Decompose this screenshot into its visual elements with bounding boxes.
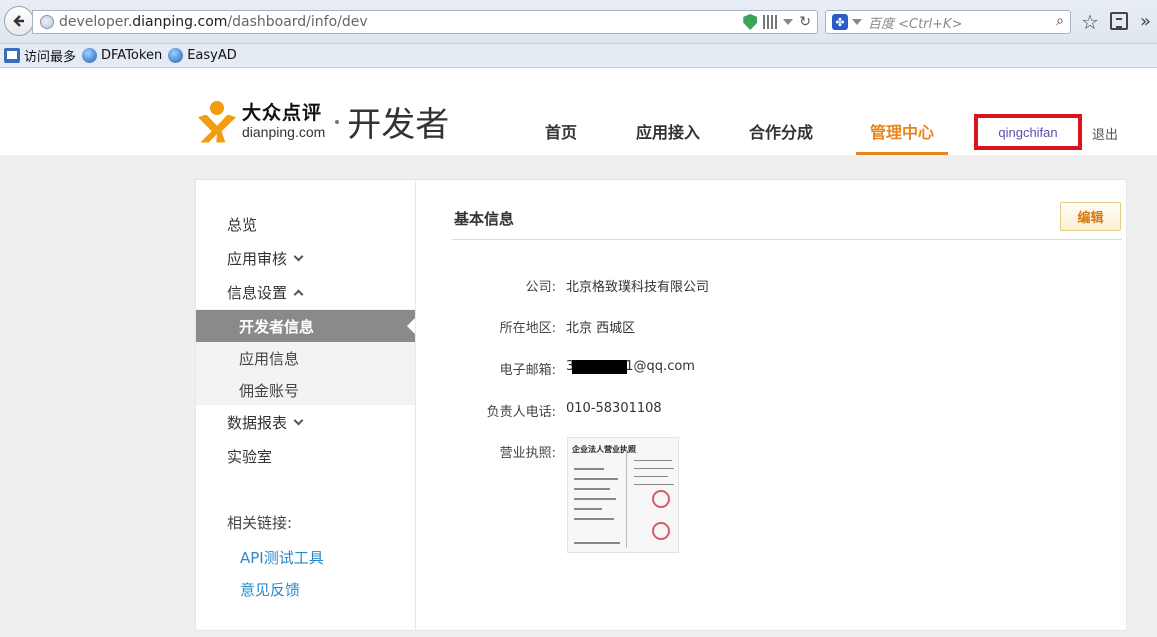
search-placeholder: 百度 <Ctrl+K> — [868, 16, 963, 32]
url-actions: ↻ — [743, 14, 811, 30]
url-prefix: developer. — [59, 14, 133, 30]
phone-value: 010-58301108 — [566, 401, 662, 416]
bookmark-dfatoken[interactable]: DFAToken — [82, 48, 162, 63]
shield-icon[interactable] — [743, 14, 758, 30]
engine-dropdown-icon[interactable] — [852, 19, 862, 25]
bookmark-star-icon[interactable]: ☆ — [1081, 10, 1099, 34]
globe-icon — [40, 15, 54, 29]
chevron-down-icon — [293, 415, 304, 426]
sidebar-item-overview[interactable]: 总览 — [227, 214, 257, 235]
logo-cn: 大众点评 — [242, 102, 323, 124]
sidebar-subitem-app-info[interactable]: 应用信息 — [239, 348, 299, 369]
sidebar: 总览 应用审核 信息设置 开发者信息 应用信息 佣金账号 数据报表 实验室 相关… — [196, 180, 415, 630]
back-arrow-icon — [13, 15, 24, 27]
sidebar-item-lab[interactable]: 实验室 — [227, 446, 272, 467]
sidebar-item-reports[interactable]: 数据报表 — [227, 412, 304, 433]
search-input[interactable]: ✤ 百度 <Ctrl+K> ⌕ — [825, 10, 1071, 34]
chevron-down-icon — [293, 251, 304, 262]
phone-label: 负责人电话: — [486, 405, 556, 420]
email-value: 3 1@qq.com — [566, 359, 695, 374]
search-icon[interactable]: ⌕ — [1056, 13, 1064, 29]
business-license-image[interactable]: 企业法人营业执照 — [567, 437, 679, 553]
baidu-paw-icon[interactable]: ✤ — [832, 14, 848, 30]
globe-icon — [168, 48, 184, 63]
globe-icon — [82, 48, 98, 63]
bookmark-folder-icon — [4, 48, 20, 63]
logo-developer-text: 开发者 — [347, 105, 450, 145]
url-host: dianping.com — [132, 14, 228, 30]
dianping-logo-icon — [198, 100, 238, 143]
logo-separator — [335, 119, 340, 124]
address-bar[interactable]: developer. dianping.com/dashboard/info/de… — [32, 10, 818, 34]
redaction-bar — [572, 359, 628, 374]
divider — [452, 239, 1122, 240]
bookmark-most-visited[interactable]: 访问最多 — [4, 46, 76, 65]
stamp-icon — [652, 490, 670, 508]
main-panel: 总览 应用审核 信息设置 开发者信息 应用信息 佣金账号 数据报表 实验室 相关… — [195, 179, 1127, 631]
site-header: 大众点评 dianping.com 开发者 首页 应用接入 合作分成 管理中心 … — [0, 69, 1157, 155]
chevron-up-icon — [293, 289, 304, 300]
stamp-icon — [652, 522, 670, 540]
browser-toolbar: developer. dianping.com/dashboard/info/de… — [0, 0, 1157, 44]
bookmarks-bar: 访问最多 DFAToken EasyAD — [0, 44, 1157, 68]
logout-link[interactable]: 退出 — [1092, 124, 1118, 143]
site-logo[interactable]: 大众点评 dianping.com 开发者 — [198, 97, 449, 146]
content-area: 基本信息 编辑 公司: 北京格致璞科技有限公司 所在地区: 北京 西城区 电子邮… — [415, 180, 1126, 630]
sidebar-item-app-review[interactable]: 应用审核 — [227, 248, 304, 269]
bookmark-easyad[interactable]: EasyAD — [168, 48, 237, 63]
link-feedback[interactable]: 意见反馈 — [240, 579, 300, 600]
url-path: /dashboard/info/dev — [227, 14, 368, 30]
back-button[interactable] — [4, 6, 34, 36]
nav-app-access[interactable]: 应用接入 — [606, 69, 730, 155]
email-label: 电子邮箱: — [499, 363, 556, 378]
link-api-test-tool[interactable]: API测试工具 — [240, 547, 324, 568]
region-label: 所在地区: — [499, 321, 556, 336]
sidebar-item-info-settings[interactable]: 信息设置 — [227, 282, 304, 303]
nav-revenue-share[interactable]: 合作分成 — [730, 69, 832, 155]
sidebar-subitem-commission-account[interactable]: 佣金账号 — [239, 380, 299, 401]
sidebar-subitem-developer-info[interactable]: 开发者信息 — [196, 310, 415, 342]
more-icon[interactable]: » — [1140, 11, 1151, 32]
main-nav: 首页 应用接入 合作分成 管理中心 — [516, 69, 948, 155]
nav-home[interactable]: 首页 — [516, 69, 606, 155]
reload-icon[interactable]: ↻ — [799, 14, 811, 30]
region-value: 北京 西城区 — [566, 321, 636, 336]
username-link[interactable]: qingchifan — [974, 114, 1082, 150]
license-label: 营业执照: — [499, 446, 556, 461]
company-label: 公司: — [525, 280, 556, 295]
dropdown-arrow-icon[interactable] — [783, 19, 794, 25]
company-value: 北京格致璞科技有限公司 — [566, 280, 710, 295]
nav-management-center[interactable]: 管理中心 — [856, 69, 948, 155]
reader-view-icon[interactable] — [1110, 12, 1128, 30]
edit-button[interactable]: 编辑 — [1060, 202, 1121, 231]
related-links-title: 相关链接: — [227, 514, 293, 532]
qr-code-icon[interactable] — [763, 15, 778, 29]
section-title: 基本信息 — [454, 210, 515, 228]
logo-en: dianping.com — [242, 124, 326, 140]
